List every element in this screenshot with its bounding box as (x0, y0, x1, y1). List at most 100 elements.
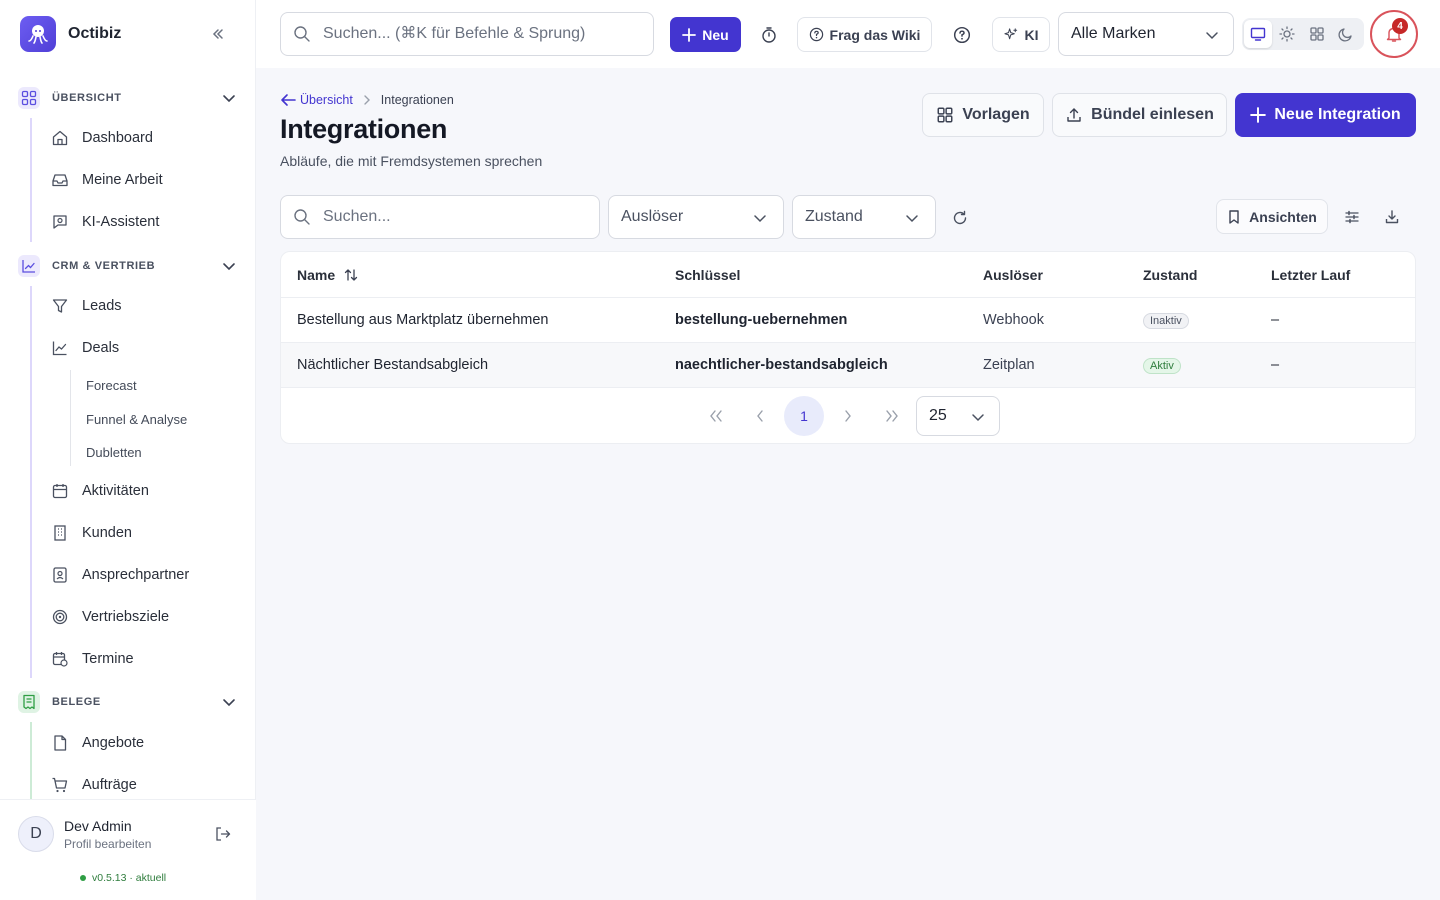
theme-light-button[interactable] (1274, 20, 1302, 48)
notifications-button[interactable] (1370, 10, 1418, 58)
page-subtitle: Abläufe, die mit Fremdsystemen sprechen (280, 153, 543, 169)
sidebar-item-ki-assistent[interactable]: KI-Assistent (50, 206, 240, 238)
edit-profile-link[interactable]: Profil bearbeiten (64, 837, 151, 851)
column-header-label: Name (297, 267, 336, 283)
import-bundle-button[interactable]: Bündel einlesen (1052, 93, 1227, 137)
plus-icon (682, 27, 697, 42)
templates-button[interactable]: Vorlagen (922, 93, 1044, 137)
sidebar-item-leads[interactable]: Leads (50, 290, 240, 322)
page-button-current[interactable]: 1 (784, 396, 824, 436)
sidebar-item-meine-arbeit[interactable]: Meine Arbeit (50, 164, 240, 196)
sidebar-item-label: Kunden (82, 525, 132, 541)
cell-key: naechtlicher-bestandsabgleich (675, 357, 888, 373)
global-search-input[interactable] (323, 25, 643, 43)
sidebar-item-kunden[interactable]: Kunden (50, 517, 240, 549)
sidebar-item-vertriebsziele[interactable]: Vertriebsziele (50, 601, 240, 633)
help-button[interactable] (949, 22, 975, 48)
section-uebersicht[interactable]: ÜBERSICHT (18, 86, 240, 110)
sidebar-item-ansprechpartner[interactable]: Ansprechpartner (50, 559, 240, 591)
breadcrumb-back-label: Übersicht (300, 93, 353, 107)
brand-select[interactable]: Alle Marken (1058, 12, 1234, 56)
plus-icon (1250, 107, 1267, 123)
theme-system-button[interactable] (1244, 20, 1272, 48)
brand-select-value: Alle Marken (1071, 25, 1156, 42)
section-belege[interactable]: BELEGE (18, 690, 240, 714)
sliders-icon (1345, 210, 1359, 224)
refresh-button[interactable] (948, 206, 972, 230)
first-page-button[interactable] (696, 396, 736, 436)
column-header-last-run[interactable]: Letzter Lauf (1271, 267, 1350, 283)
collapse-sidebar-button[interactable] (206, 22, 230, 46)
chevrons-left-icon (212, 29, 223, 39)
sidebar-item-auftraege[interactable]: Aufträge (50, 769, 240, 801)
chat-search-icon (50, 212, 70, 232)
import-bundle-label: Bündel einlesen (1091, 106, 1214, 123)
sidebar-item-label: Leads (82, 298, 122, 314)
target-icon (50, 607, 70, 627)
section-rail (30, 722, 32, 800)
avatar[interactable]: D (18, 816, 54, 852)
trigger-filter-select[interactable]: Auslöser (608, 195, 784, 239)
previous-page-button[interactable] (740, 396, 780, 436)
section-label: CRM & VERTRIEB (52, 260, 156, 272)
new-button[interactable]: Neu (670, 17, 741, 52)
cell-last-run: – (1271, 357, 1280, 373)
table-search-input[interactable] (323, 208, 583, 226)
moon-icon (1338, 28, 1352, 42)
sidebar-item-aktivitaeten[interactable]: Aktivitäten (50, 475, 240, 507)
ki-button[interactable]: KI (992, 17, 1050, 52)
table-row[interactable]: Nächtlicher Bestandsabgleich naechtliche… (281, 343, 1415, 388)
sidebar-subitem-dubletten[interactable]: Dubletten (86, 445, 142, 460)
user-name[interactable]: Dev Admin (64, 818, 132, 834)
breadcrumb-back-link[interactable]: Übersicht (280, 93, 353, 107)
trending-chart-icon (50, 338, 70, 358)
chart-line-icon (18, 255, 40, 277)
theme-dark-button[interactable] (1333, 20, 1361, 48)
theme-grid-button[interactable] (1303, 20, 1331, 48)
sidebar-subitem-forecast[interactable]: Forecast (86, 378, 137, 393)
column-settings-button[interactable] (1340, 205, 1364, 229)
section-crm-vertrieb[interactable]: CRM & VERTRIEB (18, 254, 240, 278)
arrow-left-icon (281, 94, 296, 106)
column-header-key[interactable]: Schlüssel (675, 267, 740, 283)
trigger-filter-value: Auslöser (621, 208, 684, 225)
brand[interactable]: Octibiz (20, 16, 121, 52)
receipt-icon (18, 691, 40, 713)
logout-button[interactable] (214, 825, 232, 848)
last-page-button[interactable] (872, 396, 912, 436)
sidebar-item-label: Deals (82, 340, 120, 356)
chevron-right-icon (363, 95, 371, 105)
sidebar-item-angebote[interactable]: Angebote (50, 727, 240, 759)
sidebar-item-termine[interactable]: Termine (50, 643, 240, 675)
state-filter-select[interactable]: Zustand (792, 195, 936, 239)
chevron-down-icon (1203, 26, 1221, 49)
global-search[interactable] (280, 12, 654, 56)
table-header: Name Schlüssel Auslöser Zustand Letzter … (281, 252, 1415, 298)
building-icon (50, 523, 70, 543)
sidebar-item-label: Vertriebsziele (82, 609, 170, 625)
views-button[interactable]: Ansichten (1216, 199, 1328, 234)
table-search[interactable] (280, 195, 600, 239)
search-icon (294, 26, 310, 42)
sidebar-item-dashboard[interactable]: Dashboard (50, 122, 240, 154)
templates-button-label: Vorlagen (962, 106, 1030, 123)
page-title: Integrationen (280, 114, 448, 144)
column-header-state[interactable]: Zustand (1143, 267, 1197, 283)
breadcrumb: Übersicht Integrationen (280, 93, 454, 107)
column-header-trigger[interactable]: Auslöser (983, 267, 1043, 283)
sidebar-subitem-funnel[interactable]: Funnel & Analyse (86, 412, 187, 427)
table-row[interactable]: Bestellung aus Marktplatz übernehmen bes… (281, 298, 1415, 343)
subnav-rail (70, 370, 71, 466)
column-header-name[interactable]: Name (297, 267, 359, 283)
page-size-value: 25 (929, 407, 947, 424)
timer-button[interactable] (756, 22, 782, 48)
page-size-select[interactable]: 25 (916, 396, 1000, 436)
question-circle-icon (809, 27, 823, 42)
next-page-button[interactable] (828, 396, 868, 436)
sidebar-item-deals[interactable]: Deals (50, 332, 240, 364)
export-button[interactable] (1380, 205, 1404, 229)
new-integration-button[interactable]: Neue Integration (1235, 93, 1416, 137)
sidebar-item-label: Aktivitäten (82, 483, 149, 499)
ask-wiki-button[interactable]: Frag das Wiki (797, 17, 932, 52)
status-dot (80, 875, 86, 881)
